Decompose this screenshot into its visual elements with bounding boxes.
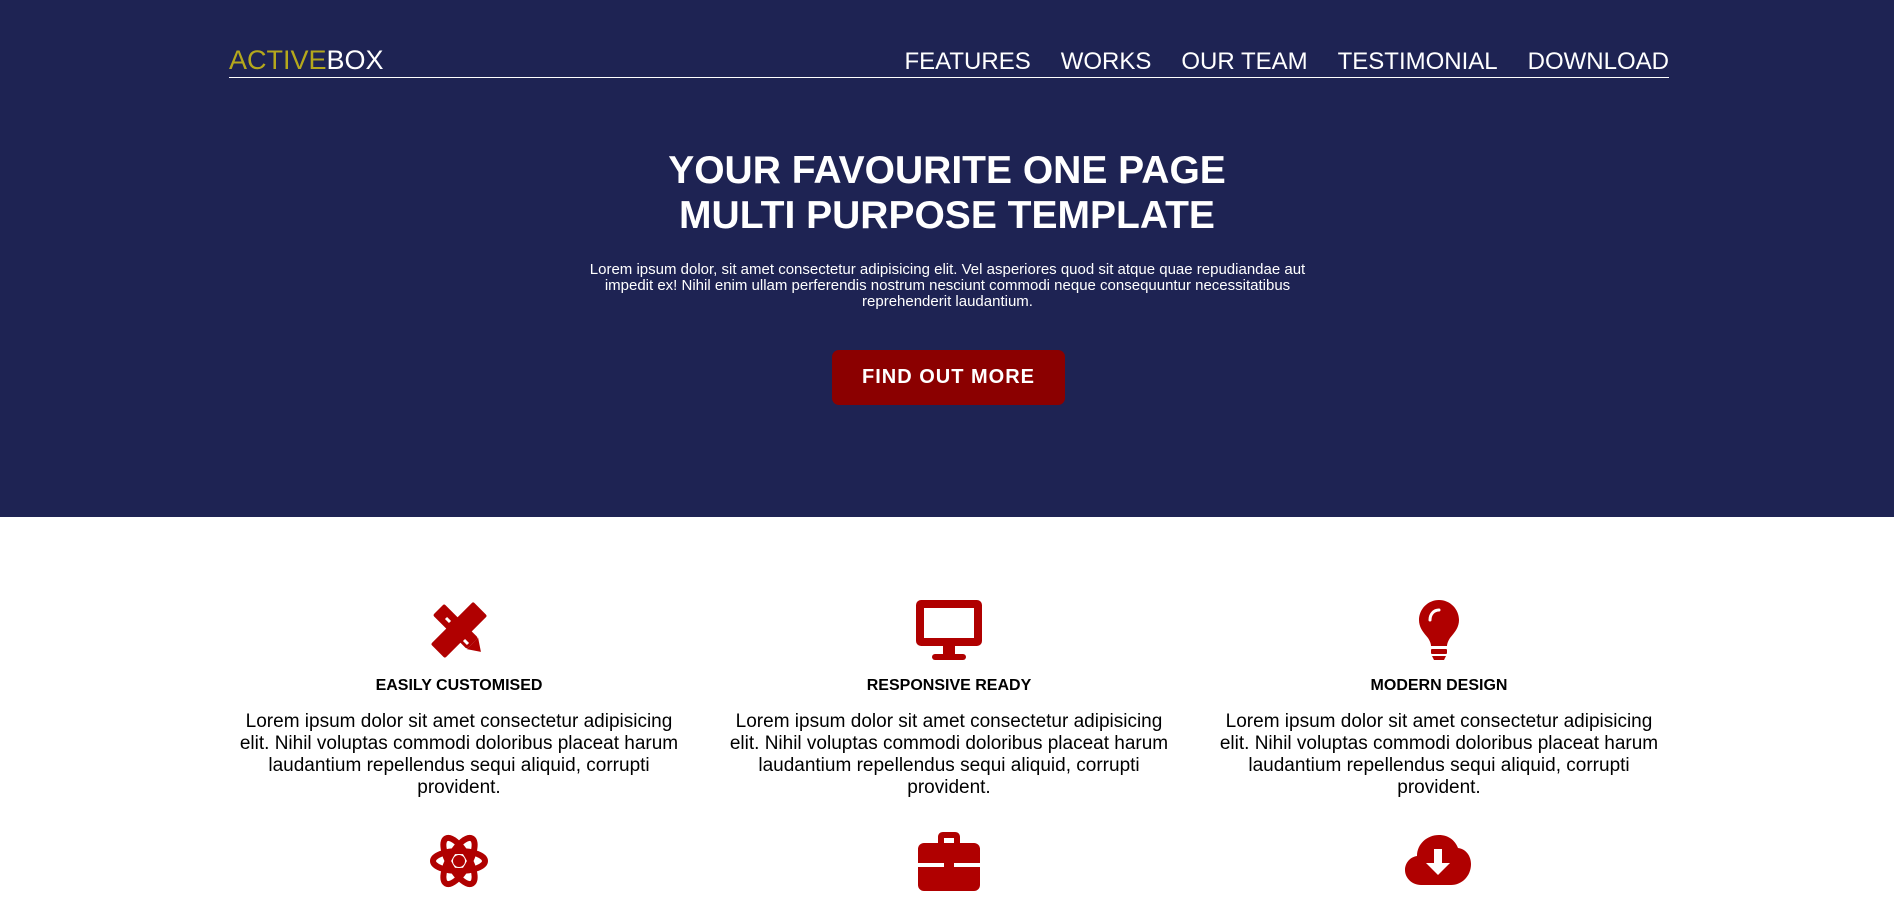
feature-description: Lorem ipsum dolor sit amet consectetur a… [239,711,679,798]
feature-description: Lorem ipsum dolor sit amet consectetur a… [1219,711,1659,798]
find-out-more-button[interactable]: FIND OUT MORE [832,350,1065,405]
nav-links: FEATURES WORKS OUR TEAM TESTIMONIAL DOWN… [904,44,1669,80]
lightbulb-icon [1419,600,1459,660]
logo[interactable]: ACTIVEBOX [229,44,384,77]
hero-title: YOUR FAVOURITE ONE PAGE MULTI PURPOSE TE… [0,148,1894,238]
feature-description: Lorem ipsum dolor sit amet consectetur a… [729,711,1169,798]
nav-link-testimonial[interactable]: TESTIMONIAL [1338,44,1498,80]
atom-icon [430,834,488,888]
desktop-icon [916,600,982,660]
navbar: ACTIVEBOX FEATURES WORKS OUR TEAM TESTIM… [229,44,1669,78]
nav-link-download[interactable]: DOWNLOAD [1528,44,1669,80]
logo-part-active: ACTIVE [229,45,327,75]
nav-link-works[interactable]: WORKS [1061,44,1152,80]
feature-title: RESPONSIVE READY [866,677,1032,694]
feature-title: MODERN DESIGN [1370,677,1508,694]
hero-description: Lorem ipsum dolor, sit amet consectetur … [589,261,1306,310]
hero-title-line1: YOUR FAVOURITE ONE PAGE [668,149,1226,192]
briefcase-icon [918,832,980,891]
logo-part-box: BOX [326,45,384,75]
nav-link-features[interactable]: FEATURES [904,44,1030,80]
cloud-download-icon [1405,835,1471,885]
hero-section: ACTIVEBOX FEATURES WORKS OUR TEAM TESTIM… [0,0,1894,517]
pencil-ruler-icon [431,602,487,658]
feature-title: EASILY CUSTOMISED [375,677,543,694]
feature-modern-design: MODERN DESIGN Lorem ipsum dolor sit amet… [1209,598,1669,799]
feature-responsive-ready: RESPONSIVE READY Lorem ipsum dolor sit a… [719,598,1179,799]
feature-easily-customised: EASILY CUSTOMISED Lorem ipsum dolor sit … [229,598,689,799]
hero-title-line2: MULTI PURPOSE TEMPLATE [679,194,1215,237]
nav-link-our-team[interactable]: OUR TEAM [1181,44,1307,80]
